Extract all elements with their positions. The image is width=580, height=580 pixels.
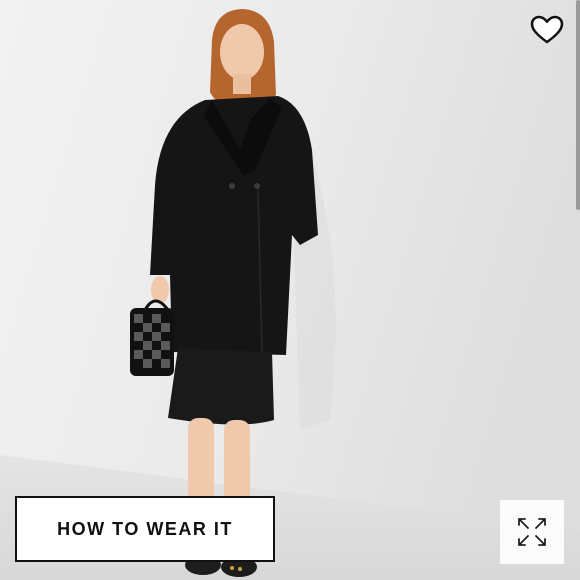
expand-button[interactable] xyxy=(500,500,564,564)
product-image-viewer[interactable]: HOW TO WEAR IT xyxy=(0,0,580,580)
how-to-wear-it-label: HOW TO WEAR IT xyxy=(57,518,233,539)
favorite-button[interactable] xyxy=(528,12,566,48)
product-photo xyxy=(0,0,580,580)
scrollbar[interactable] xyxy=(576,0,580,210)
how-to-wear-it-button[interactable]: HOW TO WEAR IT xyxy=(15,496,275,562)
expand-arrows-icon xyxy=(518,518,546,546)
heart-outline-icon xyxy=(530,15,564,44)
